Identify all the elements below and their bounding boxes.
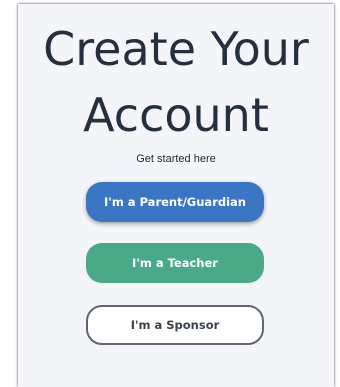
sponsor-button-label: I'm a Sponsor (130, 318, 220, 332)
page-title-line-2: Account (83, 88, 269, 142)
account-type-card: Create Your Account Get started here I'm… (18, 4, 334, 387)
page-title-line-1: Create Your (43, 22, 309, 76)
sponsor-button[interactable]: I'm a Sponsor (86, 305, 264, 345)
teacher-button-label: I'm a Teacher (132, 256, 218, 270)
parent-guardian-button[interactable]: I'm a Parent/Guardian (86, 182, 264, 222)
teacher-button[interactable]: I'm a Teacher (86, 243, 264, 283)
page-subtitle: Get started here (136, 153, 216, 165)
parent-guardian-button-label: I'm a Parent/Guardian (104, 195, 246, 209)
